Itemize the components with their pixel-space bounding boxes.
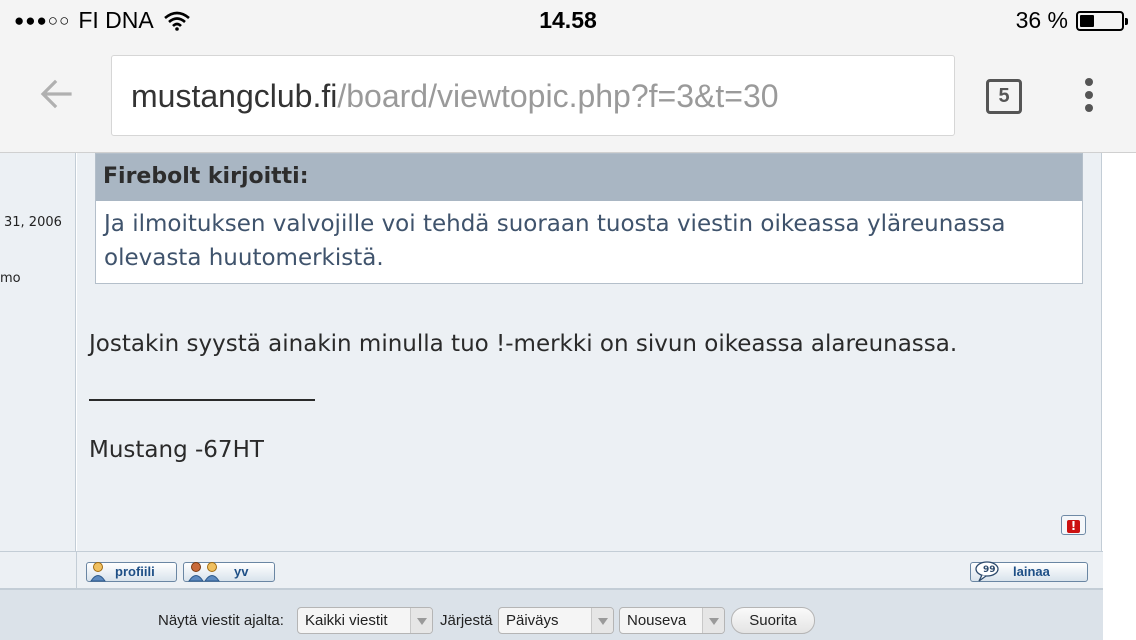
- post-buttons-row: profiili yv 99 lainaa: [0, 551, 1103, 590]
- sort-order-select[interactable]: Nouseva: [619, 607, 725, 634]
- report-post-button[interactable]: !: [1061, 515, 1086, 535]
- profile-button-label: profiili: [115, 564, 155, 579]
- status-right: 36 %: [1015, 7, 1128, 34]
- quote-block: Firebolt kirjoitti: Ja ilmoituksen valvo…: [95, 153, 1083, 284]
- sort-by-label: Järjestä: [440, 612, 493, 629]
- display-options-bar: Näytä viestit ajalta: Kaikki viestit Jär…: [0, 589, 1103, 640]
- back-arrow-icon[interactable]: [36, 74, 76, 114]
- users-icon: [188, 562, 220, 582]
- overflow-menu-icon[interactable]: [1080, 78, 1098, 114]
- quote-author: Firebolt kirjoitti:: [96, 154, 1082, 201]
- post-body: Firebolt kirjoitti: Ja ilmoituksen valvo…: [77, 153, 1102, 551]
- right-gutter: [1103, 153, 1136, 640]
- submit-button[interactable]: Suorita: [731, 607, 815, 634]
- private-message-button[interactable]: yv: [183, 562, 275, 582]
- pm-button-label: yv: [234, 564, 249, 579]
- chevron-down-icon: [410, 608, 432, 633]
- speech-bubble-icon: 99: [975, 561, 999, 582]
- battery-icon: [1076, 10, 1128, 31]
- chevron-down-icon: [702, 608, 724, 633]
- exclamation-icon: !: [1067, 520, 1080, 533]
- sort-by-value: Päiväys: [506, 612, 559, 629]
- quote-button[interactable]: 99 lainaa: [970, 561, 1088, 582]
- post-signature: Mustang -67HT: [89, 437, 264, 463]
- quote-button-label: lainaa: [1013, 564, 1050, 579]
- user-icon: [90, 562, 106, 582]
- web-page: 31, 2006 mo Firebolt kirjoitti: Ja ilmoi…: [0, 153, 1136, 640]
- svg-text:99: 99: [983, 565, 996, 575]
- post-message: Jostakin syystä ainakin minulla tuo !-me…: [89, 331, 958, 357]
- author-location: mo: [0, 271, 21, 286]
- status-bar: ●●●○○ FI DNA 14.58 36 %: [0, 0, 1136, 40]
- quote-text: Ja ilmoituksen valvojille voi tehdä suor…: [104, 211, 1006, 271]
- author-joined-date: 31, 2006: [4, 215, 62, 230]
- tab-switcher-button[interactable]: 5: [986, 79, 1022, 114]
- url-path: /board/viewtopic.php?f=3&t=30: [337, 78, 779, 114]
- status-time: 14.58: [539, 7, 597, 33]
- show-posts-label: Näytä viestit ajalta:: [158, 612, 284, 629]
- signature-divider: [89, 399, 315, 401]
- chevron-down-icon: [591, 608, 613, 633]
- address-bar[interactable]: mustangclub.fi/board/viewtopic.php?f=3&t…: [111, 55, 955, 136]
- column-divider: [76, 552, 77, 590]
- sort-by-select[interactable]: Päiväys: [498, 607, 614, 634]
- sort-order-value: Nouseva: [627, 612, 687, 629]
- battery-percent: 36 %: [1015, 7, 1068, 33]
- show-posts-value: Kaikki viestit: [305, 612, 388, 629]
- show-posts-select[interactable]: Kaikki viestit: [297, 607, 433, 634]
- battery-level: [1080, 14, 1095, 27]
- url-domain: mustangclub.fi: [131, 78, 338, 114]
- profile-button[interactable]: profiili: [86, 562, 177, 582]
- browser-toolbar: mustangclub.fi/board/viewtopic.php?f=3&t…: [0, 40, 1136, 153]
- author-column: 31, 2006 mo: [0, 153, 76, 551]
